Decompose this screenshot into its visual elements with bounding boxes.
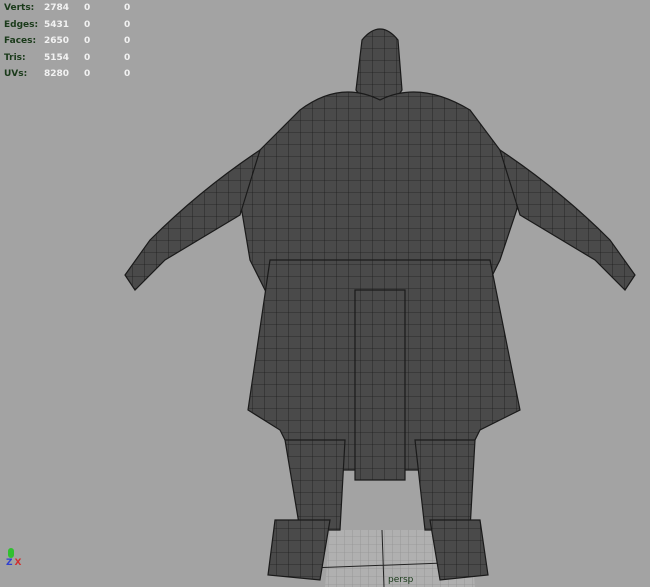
- stat-selected: 0: [84, 69, 91, 79]
- poly-count-hud: Verts: 2784 0 0 Edges: 5431 0 0 Faces: 2650 0 0 T…: [4, 0, 168, 83]
- stat-selected: 0: [84, 3, 91, 13]
- x-axis-label: X: [14, 558, 22, 568]
- stat-label: UVs:: [4, 69, 28, 79]
- stat-selected2: 0: [124, 19, 131, 30]
- stat-value: 5154: [44, 52, 70, 63]
- stat-label: Edges:: [4, 19, 39, 30]
- 3d-viewport[interactable]: [0, 0, 650, 587]
- z-axis-label: Z: [6, 558, 13, 568]
- stat-value: 5431: [44, 19, 70, 30]
- stat-selected2: 0: [124, 52, 131, 63]
- stat-row-uvs: UVs: 8280 0 0: [4, 66, 168, 83]
- stat-selected: 0: [84, 52, 91, 63]
- axis-gizmo: ZX: [6, 548, 21, 568]
- stat-label: Verts:: [4, 3, 35, 13]
- stat-row-edges: Edges: 5431 0 0: [4, 17, 168, 34]
- stat-value: 8280: [44, 69, 70, 79]
- stat-selected2: 0: [124, 69, 131, 79]
- stat-row-tris: Tris: 5154 0 0: [4, 50, 168, 67]
- stat-row-faces: Faces: 2650 0 0: [4, 33, 168, 50]
- character-mesh[interactable]: [124, 28, 636, 581]
- stat-label: Faces:: [4, 36, 37, 46]
- y-axis-icon: [8, 548, 14, 558]
- stat-selected: 0: [84, 36, 91, 46]
- stat-selected2: 0: [124, 3, 131, 13]
- stat-selected2: 0: [124, 36, 131, 46]
- stat-selected: 0: [84, 19, 91, 30]
- stat-label: Tris:: [4, 52, 26, 63]
- camera-label: persp: [388, 575, 414, 585]
- stat-value: 2784: [44, 3, 70, 13]
- stat-row-verts: Verts: 2784 0 0: [4, 0, 168, 17]
- stat-value: 2650: [44, 36, 70, 46]
